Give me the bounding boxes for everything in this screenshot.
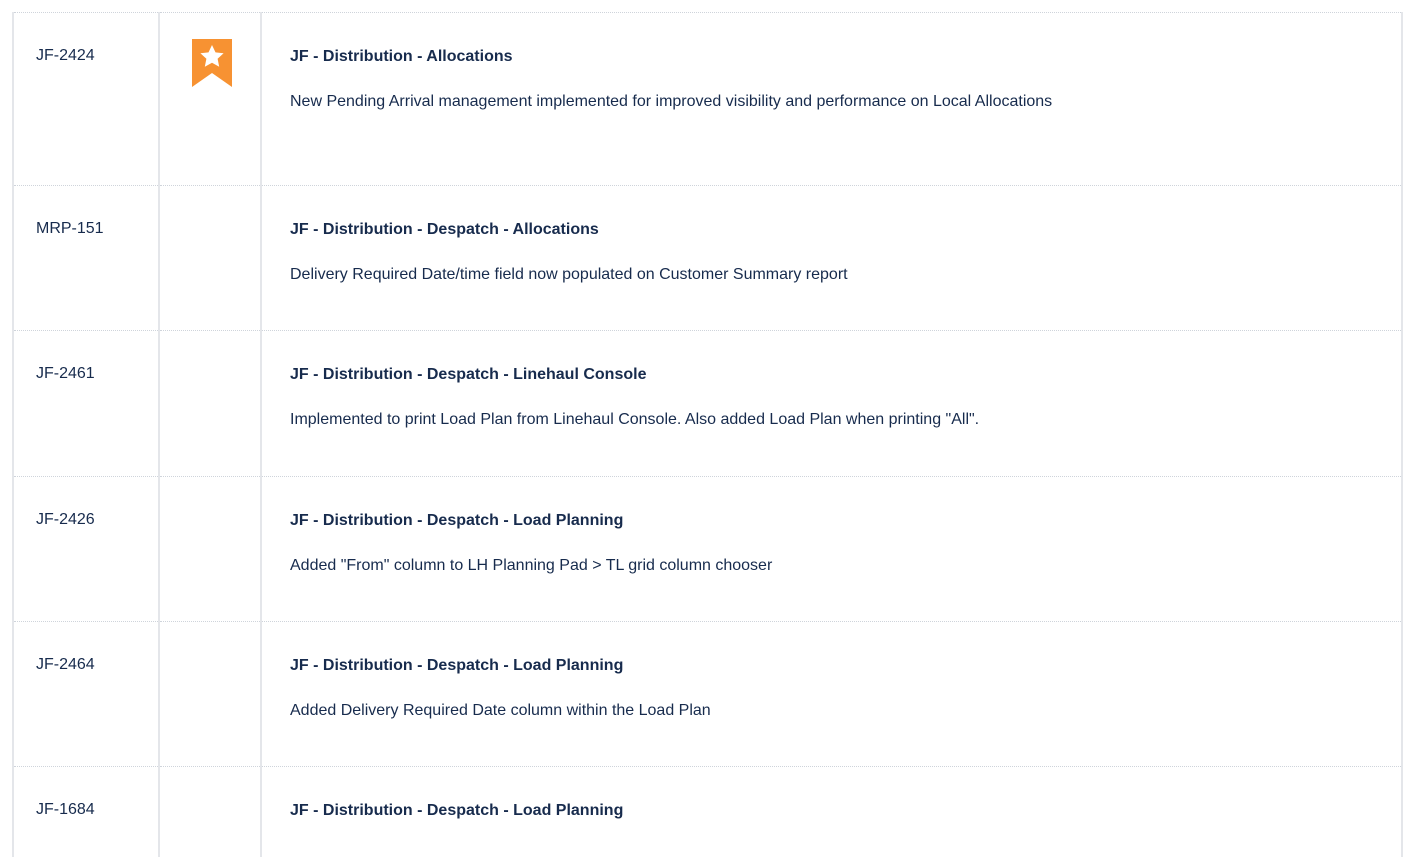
description-cell: JF - Distribution - Despatch - Load Plan… — [260, 621, 1403, 767]
issue-key[interactable]: JF-2424 — [12, 12, 159, 186]
star-bookmark-icon — [192, 39, 260, 87]
release-notes-table-wrapper: JF-2424 JF - Distribution - Allocations … — [12, 12, 1403, 857]
entry-description: New Pending Arrival management implement… — [290, 93, 1053, 110]
flag-cell — [158, 330, 261, 477]
table-row: JF-2426 JF - Distribution - Despatch - L… — [12, 476, 1403, 622]
entry-title: JF - Distribution - Despatch - Linehaul … — [290, 366, 647, 383]
entry-title: JF - Distribution - Despatch - Allocatio… — [290, 221, 599, 238]
flag-cell — [158, 12, 261, 186]
description-cell: JF - Distribution - Despatch - Linehaul … — [260, 330, 1403, 477]
entry-title: JF - Distribution - Allocations — [290, 48, 513, 65]
flag-cell — [158, 766, 261, 857]
table-row: JF-2461 JF - Distribution - Despatch - L… — [12, 330, 1403, 477]
table-row: JF-1684 JF - Distribution - Despatch - L… — [12, 766, 1403, 857]
entry-description: Delivery Required Date/time field now po… — [290, 266, 848, 283]
description-cell: JF - Distribution - Despatch - Load Plan… — [260, 766, 1403, 857]
entry-title: JF - Distribution - Despatch - Load Plan… — [290, 657, 624, 674]
entry-title: JF - Distribution - Despatch - Load Plan… — [290, 512, 624, 529]
table-row: JF-2424 JF - Distribution - Allocations … — [12, 12, 1403, 186]
issue-key[interactable]: JF-2464 — [12, 621, 159, 767]
entry-description: Added "From" column to LH Planning Pad >… — [290, 557, 773, 574]
entry-description: Implemented to print Load Plan from Line… — [290, 411, 980, 428]
description-cell: JF - Distribution - Despatch - Load Plan… — [260, 476, 1403, 622]
entry-title: JF - Distribution - Despatch - Load Plan… — [290, 802, 624, 819]
description-cell: JF - Distribution - Allocations New Pend… — [260, 12, 1403, 186]
issue-key[interactable]: JF-2461 — [12, 330, 159, 477]
entry-description: Added Delivery Required Date column with… — [290, 702, 711, 719]
issue-key[interactable]: JF-2426 — [12, 476, 159, 622]
issue-key[interactable]: MRP-151 — [12, 185, 159, 331]
issue-key[interactable]: JF-1684 — [12, 766, 159, 857]
flag-cell — [158, 621, 261, 767]
table-row: JF-2464 JF - Distribution - Despatch - L… — [12, 621, 1403, 767]
table-row: MRP-151 JF - Distribution - Despatch - A… — [12, 185, 1403, 331]
flag-cell — [158, 476, 261, 622]
flag-cell — [158, 185, 261, 331]
description-cell: JF - Distribution - Despatch - Allocatio… — [260, 185, 1403, 331]
release-notes-table: JF-2424 JF - Distribution - Allocations … — [12, 12, 1403, 857]
